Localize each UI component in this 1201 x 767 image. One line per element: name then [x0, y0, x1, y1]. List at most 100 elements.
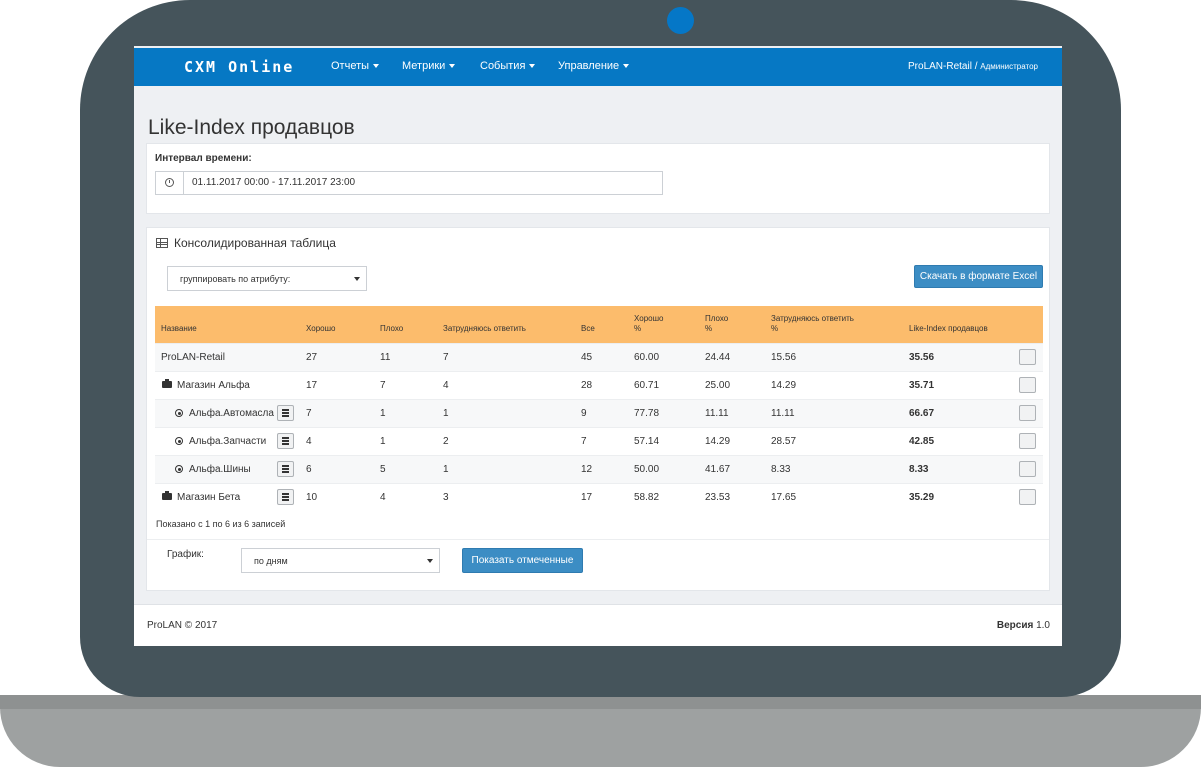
column-header-line: Плохо: [705, 314, 729, 323]
consolidated-table-panel: Консолидированная таблица группировать п…: [146, 227, 1050, 591]
caret-down-icon: [373, 64, 380, 69]
nav-item-label: Метрики: [402, 60, 446, 72]
row-name[interactable]: Альфа.Автомасла: [189, 408, 274, 419]
radio-icon: [175, 437, 183, 445]
cell-good-pct: 60.71: [634, 380, 660, 391]
row-checkbox[interactable]: [1019, 349, 1036, 365]
table-row: ProLAN-Retail 27 11 7 45 60.00 24.44 15.…: [155, 343, 1043, 371]
row-name: ProLAN-Retail: [161, 352, 225, 363]
page-title: Like-Index продавцов: [148, 116, 355, 139]
user-info[interactable]: ProLAN-Retail / Администратор: [908, 61, 1038, 72]
table-heading-text: Консолидированная таблица: [174, 236, 336, 250]
row-name[interactable]: Магазин Бета: [177, 492, 240, 503]
row-checkbox[interactable]: [1019, 433, 1036, 449]
column-header-unit: %: [705, 324, 713, 333]
group-by-select[interactable]: группировать по атрибуту:: [167, 266, 367, 291]
cell-good-pct: 60.00: [634, 352, 660, 363]
row-checkbox[interactable]: [1019, 461, 1036, 477]
download-excel-button[interactable]: Скачать в формате Excel: [914, 265, 1043, 288]
row-menu-button[interactable]: [277, 461, 294, 477]
cell-unsure-pct: 14.29: [771, 380, 797, 391]
row-checkbox[interactable]: [1019, 489, 1036, 505]
user-separator: /: [974, 61, 978, 72]
cell-unsure-pct: 11.11: [771, 408, 795, 419]
column-header-name[interactable]: Название: [161, 324, 197, 334]
cell-good-pct: 58.82: [634, 492, 660, 503]
row-menu-button[interactable]: [277, 405, 294, 421]
app-logo[interactable]: CXM Online: [184, 58, 294, 76]
cell-all: 45: [581, 352, 593, 363]
column-header-unsure[interactable]: Затрудняюсь ответить: [443, 324, 526, 334]
row-menu-button[interactable]: [277, 433, 294, 449]
cell-good: 27: [306, 352, 318, 363]
briefcase-icon: [162, 491, 172, 500]
show-selected-button[interactable]: Показать отмеченные: [462, 548, 583, 573]
table-heading: Консолидированная таблица: [156, 236, 336, 250]
column-header-good-pct[interactable]: Хорошо %: [634, 314, 663, 334]
row-name[interactable]: Магазин Альфа: [177, 380, 250, 391]
cell-bad: 1: [380, 408, 386, 419]
radio-icon: [175, 465, 183, 473]
cell-all: 12: [581, 464, 593, 475]
table-header: Название Хорошо Плохо Затрудняюсь ответи…: [155, 306, 1043, 343]
column-header-like-index[interactable]: Like-Index продавцов: [909, 324, 988, 334]
user-role: Администратор: [980, 62, 1038, 71]
cell-good: 7: [306, 408, 312, 419]
briefcase-icon: [162, 379, 172, 388]
cell-unsure: 1: [443, 408, 449, 419]
column-header-all[interactable]: Все: [581, 324, 595, 334]
navbar: CXM Online Отчеты Метрики События Управл…: [134, 48, 1062, 86]
laptop-base-edge: [0, 695, 1201, 709]
cell-all: 28: [581, 380, 593, 391]
nav-item-reports[interactable]: Отчеты: [331, 60, 380, 72]
cell-good-pct: 57.14: [634, 436, 660, 447]
cell-unsure: 4: [443, 380, 449, 391]
nav-item-label: События: [480, 60, 526, 72]
cell-unsure-pct: 8.33: [771, 464, 791, 475]
cell-bad: 1: [380, 436, 386, 447]
row-checkbox[interactable]: [1019, 377, 1036, 393]
cell-bad-pct: 11.11: [705, 408, 729, 419]
table-row: Магазин Альфа 17 7 4 28 60.71 25.00 14.2…: [155, 371, 1043, 399]
caret-down-icon: [427, 559, 433, 563]
footer-version: Версия 1.0: [997, 620, 1050, 631]
cell-bad: 7: [380, 380, 386, 391]
column-header-unsure-pct[interactable]: Затрудняюсь ответить %: [771, 314, 854, 334]
row-name[interactable]: Альфа.Запчасти: [189, 436, 266, 447]
row-name[interactable]: Альфа.Шины: [189, 464, 251, 475]
table-row: Альфа.Запчасти 4 1 2 7 57.14 14.29 28.57…: [155, 427, 1043, 455]
row-menu-button[interactable]: [277, 489, 294, 505]
nav-item-label: Отчеты: [331, 60, 370, 72]
app-screen: CXM Online Отчеты Метрики События Управл…: [134, 46, 1062, 646]
table-row: Магазин Бета 10 4 3 17 58.82 23.53 17.65…: [155, 483, 1043, 511]
clock-icon: [165, 178, 174, 187]
column-header-bad[interactable]: Плохо: [380, 324, 403, 334]
cell-like-index: 66.67: [909, 408, 935, 419]
interval-input[interactable]: 01.11.2017 00:00 - 17.11.2017 23:00: [155, 171, 663, 195]
divider: [147, 539, 1049, 540]
company-name: ProLAN-Retail: [908, 61, 972, 72]
column-header-good[interactable]: Хорошо: [306, 324, 335, 334]
cell-unsure: 1: [443, 464, 449, 475]
cell-bad-pct: 41.67: [705, 464, 731, 475]
table-icon: [156, 238, 168, 248]
cell-good-pct: 50.00: [634, 464, 660, 475]
cell-like-index: 35.71: [909, 380, 935, 391]
interval-addon: [156, 172, 184, 194]
caret-down-icon: [529, 64, 536, 69]
row-checkbox[interactable]: [1019, 405, 1036, 421]
table-row: Альфа.Шины 6 5 1 12 50.00 41.67 8.33 8.3…: [155, 455, 1043, 483]
cell-unsure: 2: [443, 436, 449, 447]
nav-item-metrics[interactable]: Метрики: [402, 60, 456, 72]
footer-copyright: ProLAN © 2017: [147, 620, 218, 631]
cell-bad-pct: 24.44: [705, 352, 731, 363]
version-label: Версия: [996, 620, 1034, 631]
cell-unsure: 3: [443, 492, 449, 503]
cell-like-index: 35.56: [909, 352, 935, 363]
chart-period-select[interactable]: по дням: [241, 548, 440, 573]
nav-item-events[interactable]: События: [480, 60, 536, 72]
nav-item-management[interactable]: Управление: [558, 60, 630, 72]
column-header-bad-pct[interactable]: Плохо %: [705, 314, 728, 334]
chart-label: График:: [167, 549, 204, 560]
column-header-line: Затрудняюсь ответить: [771, 314, 854, 323]
